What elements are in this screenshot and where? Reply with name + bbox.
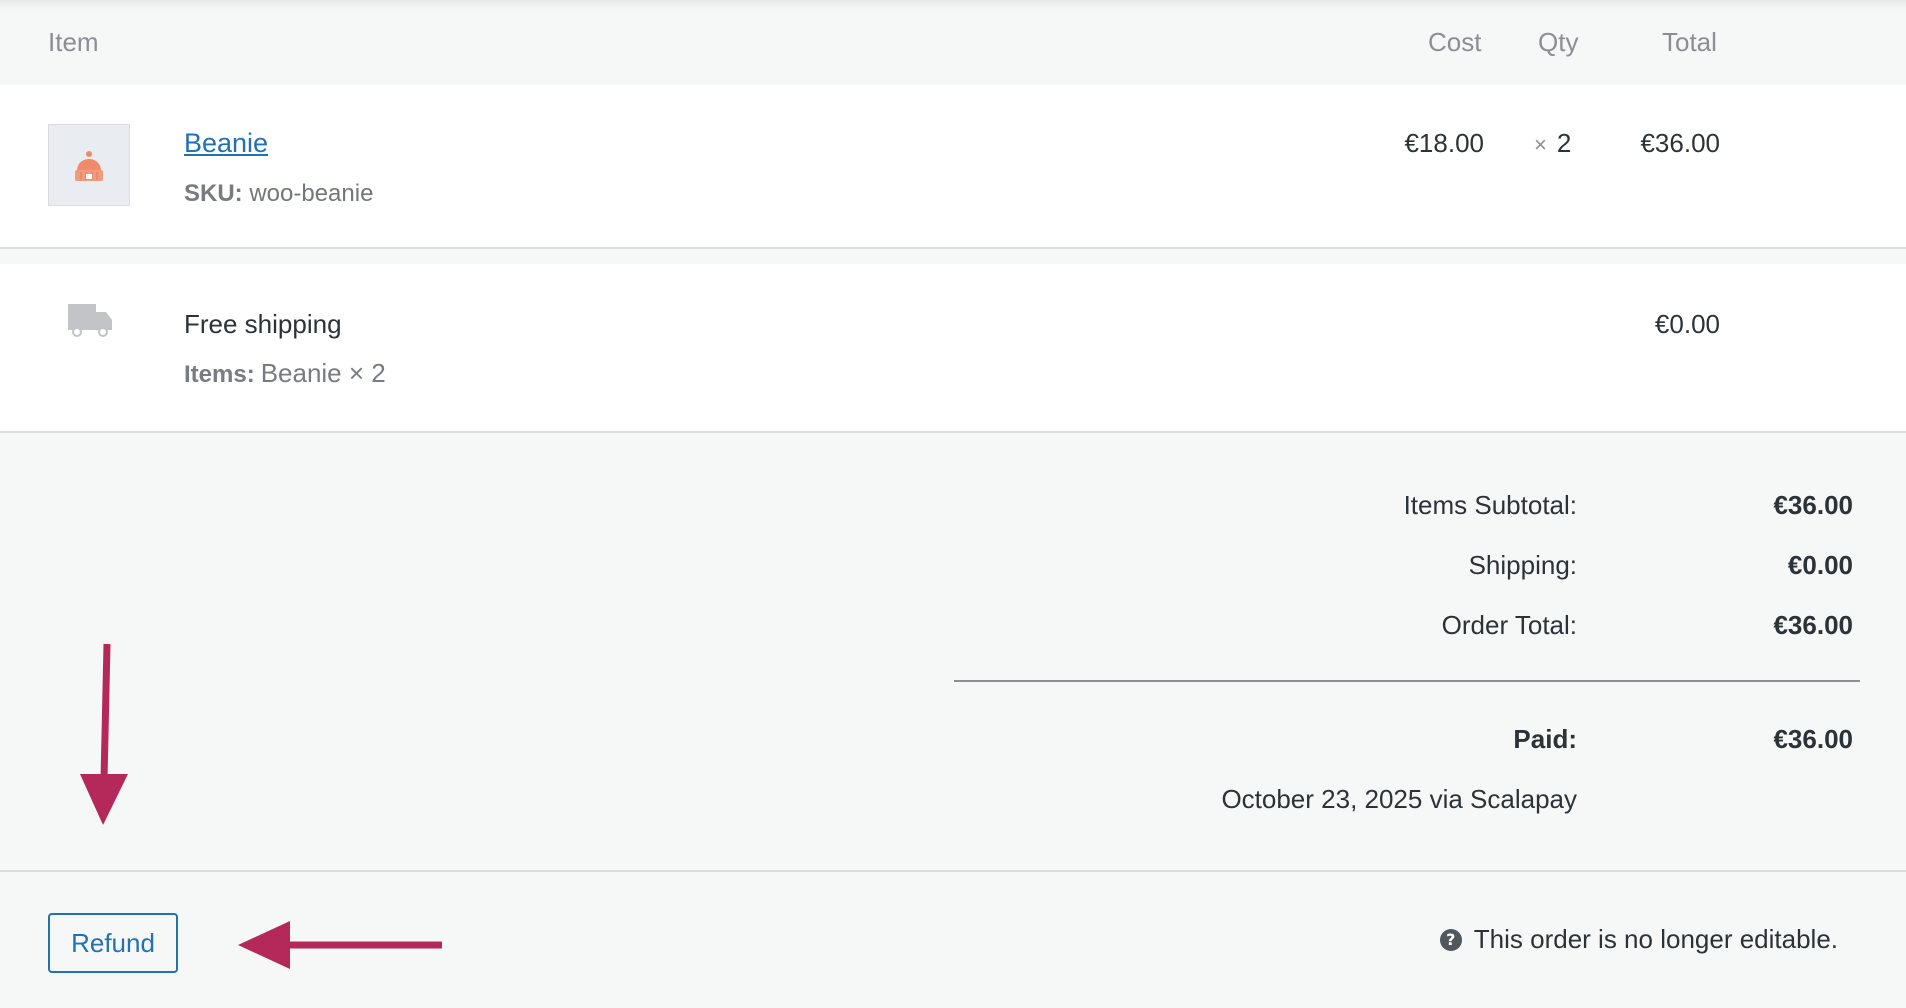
paid-value: €36.00 bbox=[1773, 724, 1853, 754]
paid-date-method: October 23, 2025 via Scalapay bbox=[1221, 784, 1577, 814]
help-icon[interactable]: ? bbox=[1439, 928, 1462, 951]
order-total-value: €36.00 bbox=[1773, 610, 1853, 640]
shipping-total: €0.00 bbox=[1654, 309, 1720, 339]
shipping-row: Free shipping Items: Beanie × 2 €0.00 bbox=[0, 264, 1906, 433]
refund-button[interactable]: Refund bbox=[48, 913, 178, 973]
line-item-cost: €18.00 bbox=[1404, 128, 1484, 158]
sku-label: SKU: bbox=[184, 180, 243, 207]
order-items-panel: Item Cost Qty Total Beanie SKU: woo-bean… bbox=[0, 0, 1906, 1008]
qty-value: 2 bbox=[1556, 128, 1572, 158]
shipping-total-value: €0.00 bbox=[1787, 550, 1853, 580]
shipping-items: Items: Beanie × 2 bbox=[184, 358, 386, 389]
not-editable-notice: ? This order is no longer editable. bbox=[1439, 924, 1838, 955]
sku-value: woo-beanie bbox=[249, 180, 374, 207]
not-editable-text: This order is no longer editable. bbox=[1473, 924, 1838, 954]
items-subtotal-label: Items Subtotal: bbox=[1403, 490, 1577, 520]
row-spacer bbox=[0, 249, 1906, 264]
shipping-method-name: Free shipping bbox=[184, 309, 342, 339]
order-total-label: Order Total: bbox=[1441, 610, 1577, 640]
line-item-qty: × 2 bbox=[1534, 128, 1571, 159]
totals-divider bbox=[954, 680, 1860, 682]
items-table-header: Item Cost Qty Total bbox=[0, 0, 1906, 85]
beanie-icon bbox=[75, 151, 103, 181]
shipping-items-label: Items: bbox=[184, 361, 255, 388]
product-sku: SKU: woo-beanie bbox=[184, 180, 373, 208]
items-subtotal-value: €36.00 bbox=[1773, 490, 1853, 520]
line-item-total: €36.00 bbox=[1640, 128, 1720, 158]
column-header-qty: Qty bbox=[1538, 27, 1579, 57]
truck-icon bbox=[68, 304, 112, 337]
order-actions-footer: Refund ? This order is no longer editabl… bbox=[0, 870, 1906, 1008]
order-totals: Items Subtotal: €36.00 Shipping: €0.00 O… bbox=[0, 433, 1906, 870]
column-header-cost: Cost bbox=[1428, 27, 1482, 57]
shipping-total-label: Shipping: bbox=[1468, 550, 1577, 580]
paid-label: Paid: bbox=[1513, 724, 1577, 754]
shipping-items-value: Beanie × 2 bbox=[260, 358, 386, 388]
line-item-row: Beanie SKU: woo-beanie €18.00 × 2 €36.00 bbox=[0, 85, 1906, 249]
times-sign: × bbox=[1534, 132, 1547, 157]
beanie-thumbnail bbox=[48, 124, 130, 206]
product-link-beanie[interactable]: Beanie bbox=[184, 128, 268, 159]
column-header-item: Item bbox=[48, 27, 99, 57]
column-header-total: Total bbox=[1662, 27, 1717, 57]
